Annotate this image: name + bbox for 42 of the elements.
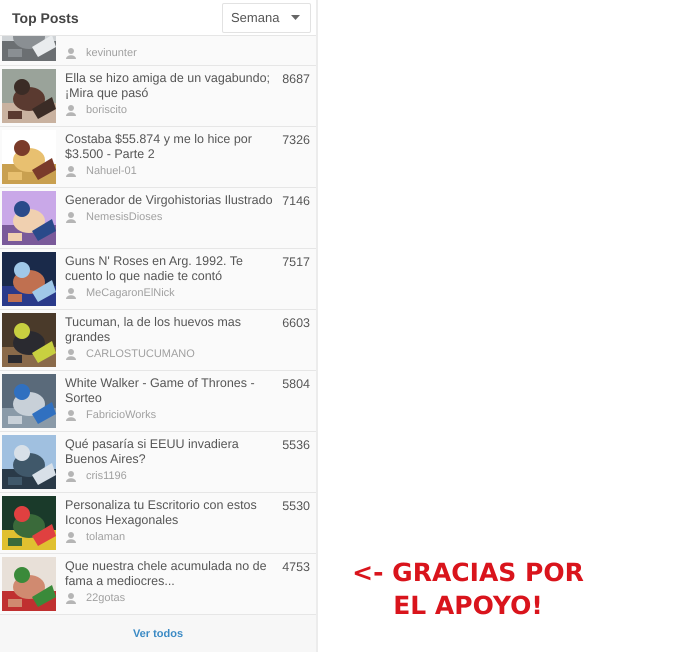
view-count: 4753 [281, 559, 311, 576]
post-title[interactable]: Costaba $55.874 y me lo hice por $3.500 - Parte 2 [65, 132, 274, 162]
thanks-text: <- GRACIAS POR [352, 557, 584, 589]
caret-icon [291, 15, 300, 20]
user-icon [66, 532, 76, 542]
user-icon [66, 48, 76, 58]
user-icon [66, 212, 76, 222]
view-count: 7326 [281, 132, 311, 149]
panel-title: Top Posts [12, 10, 79, 26]
post-title[interactable]: Qué pasaría si EEUU invadiera Buenos Aires? [65, 437, 274, 467]
view-count: 7517 [281, 254, 311, 271]
post-item[interactable]: Guns N' Roses en Arg. 1992. Te cuento lo que nadie te contó MeCagaronElNick 7517 [0, 249, 316, 310]
view-count: 8687 [281, 71, 311, 88]
post-item[interactable]: Costaba $55.874 y me lo hice por $3.500 - Parte 2 Nahuel-01 7326 [0, 127, 316, 188]
thanks-text: EL APOYO! [393, 590, 543, 622]
user-icon [66, 166, 76, 176]
post-item[interactable]: Qué pasaría si EEUU invadiera Buenos Aires? cris1196 5536 [0, 432, 316, 493]
view-count: 6603 [281, 315, 311, 332]
user-icon [66, 410, 76, 420]
user-icon [66, 104, 76, 116]
view-count: 5536 [281, 437, 311, 454]
view-count: 7146 [281, 193, 311, 210]
post-item[interactable]: Personaliza tu Escritorio con estos Iconos Hexagonales tolaman 5530 [0, 493, 316, 554]
post-title[interactable]: Generador de Virgohistorias Ilustrado [65, 193, 274, 208]
post-item[interactable]: Generador de Virgohistorias Ilustrado NemesisDioses 7146 [0, 188, 316, 249]
post-title[interactable]: White Walker - Game of Thrones - Sorteo [65, 376, 274, 406]
post-item[interactable]: Tucuman, la de los huevos mas grandes CARLOSTUCUMANO 6603 [0, 310, 316, 371]
user-icon [66, 348, 76, 360]
post-title[interactable]: Personaliza tu Escritorio con estos Iconos Hexagonales [65, 498, 274, 528]
post-item[interactable]: Ella se hizo amiga de un vagabundo; ¡Mira que pasó boriscito 8687 [0, 66, 316, 127]
post-title[interactable]: Guns N' Roses en Arg. 1992. Te cuento lo que nadie te contó [65, 254, 274, 284]
user-icon [66, 470, 76, 482]
post-title[interactable]: Que nuestra chele acumulada no de fama a mediocres... [65, 559, 274, 589]
post-item[interactable]: White Walker - Game of Thrones - Sorteo FabricioWorks 5804 [0, 371, 316, 432]
post-title[interactable]: Ella se hizo amiga de un vagabundo; ¡Mira que pasó [65, 71, 274, 101]
user-icon [66, 592, 76, 604]
period-dropdown[interactable]: Semana [222, 2, 311, 32]
view-count: 5530 [281, 498, 311, 515]
view-count: 5804 [281, 376, 311, 393]
user-icon [66, 288, 76, 298]
post-title[interactable]: Tucuman, la de los huevos mas grandes [65, 315, 274, 345]
post-item[interactable]: Que nuestra chele acumulada no de fama a mediocres... 22gotas 4753 [0, 554, 316, 615]
